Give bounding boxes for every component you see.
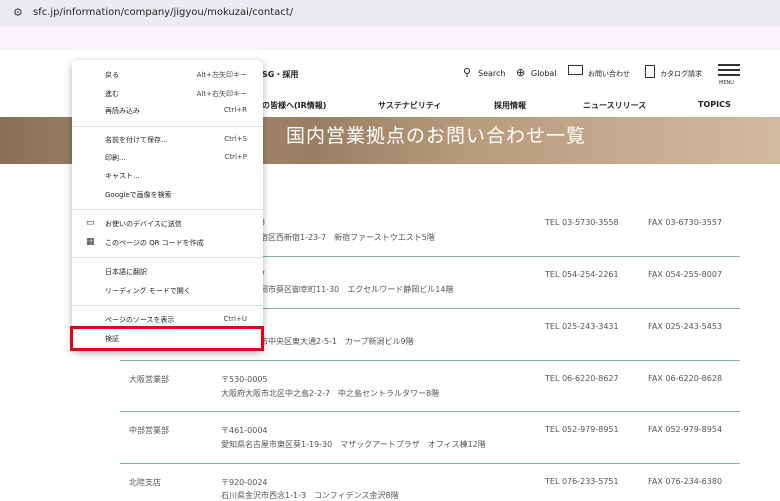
menu-separator: [72, 305, 263, 306]
menu-item-reload[interactable]: 再読み込み Ctrl+R: [72, 102, 263, 121]
row-divider: [120, 411, 740, 412]
menu-item-label: お使いのデバイスに送信: [105, 220, 182, 228]
menu-item-shortcut: Ctrl+P: [224, 153, 247, 161]
menu-item-send-to-device[interactable]: ▭ お使いのデバイスに送信: [72, 215, 263, 234]
office-tel[interactable]: TEL 052-979-8951: [545, 425, 619, 434]
menu-label: MENU: [719, 80, 734, 86]
office-tel[interactable]: TEL 076-233-5751: [545, 477, 619, 486]
menu-item-reading-mode[interactable]: リーディング モードで開く: [72, 282, 263, 301]
menu-item-label: 戻る: [105, 71, 119, 79]
highlight-box: [70, 326, 264, 351]
address-bar[interactable]: ⚙ sfc.jp/information/company/jigyou/moku…: [0, 0, 780, 26]
office-tel[interactable]: TEL 054-254-2261: [545, 270, 619, 279]
page-title: 国内営業拠点のお問い合わせ一覧: [286, 125, 587, 147]
row-divider: [120, 360, 740, 361]
office-fax: FAX 06-6220-8628: [648, 374, 723, 383]
office-zip: 〒530-0005: [221, 375, 268, 384]
row-divider: [120, 463, 740, 464]
menu-separator: [72, 257, 263, 258]
menu-item-shortcut: Ctrl+R: [223, 106, 247, 114]
global-link[interactable]: Global: [531, 69, 557, 78]
office-address: 岡市葵区御幸町11-30 エクセルワード静岡ビル14階: [260, 285, 454, 294]
nav-recruit[interactable]: 採用情報: [494, 100, 526, 111]
office-fax: FAX 076-234-6380: [648, 477, 723, 486]
menu-item-shortcut: Ctrl+U: [223, 315, 247, 323]
menu-item-label: リーディング モードで開く: [105, 287, 191, 295]
office-address: 愛知県名古屋市東区葵1-19-30 マザックアートプラザ オフィス棟12階: [221, 440, 486, 449]
menu-item-label: 印刷...: [105, 154, 126, 162]
catalog-link[interactable]: カタログ請求: [660, 69, 702, 79]
catalog-icon[interactable]: [645, 65, 655, 78]
office-tel[interactable]: TEL 06-6220-8627: [545, 374, 619, 383]
nav-sustainability[interactable]: サステナビリティ: [378, 100, 441, 111]
office-zip: 〒461-0004: [221, 426, 268, 435]
office-fax: FAX 03-6730-3557: [648, 218, 723, 227]
menu-item-label: 再読み込み: [105, 107, 140, 115]
office-tel[interactable]: TEL 025-243-3431: [545, 322, 619, 331]
hamburger-menu-icon[interactable]: [718, 62, 740, 80]
site-info-icon[interactable]: ⚙: [13, 6, 27, 20]
mail-icon[interactable]: [568, 65, 583, 75]
menu-item-back[interactable]: 戻る Alt+左矢印キー: [72, 66, 263, 85]
search-link[interactable]: Search: [478, 69, 505, 78]
menu-item-print[interactable]: 印刷... Ctrl+P: [72, 149, 263, 168]
menu-item-google-image-search[interactable]: Googleで画像を検索: [72, 186, 263, 205]
menu-item-label: キャスト...: [105, 172, 140, 180]
menu-separator: [72, 126, 263, 127]
qr-code-icon: ▦: [86, 237, 95, 247]
office-address: 石川県金沢市西念1-1-3 コンフィデンス金沢8階: [221, 491, 399, 500]
office-tel[interactable]: TEL 03-5730-3558: [545, 218, 619, 227]
office-address: 市中央区東大通2-5-1 カープ新潟ビル9階: [260, 337, 414, 346]
menu-item-label: このページの QR コードを作成: [105, 239, 204, 247]
contact-link[interactable]: お問い合わせ: [588, 69, 630, 79]
nav-news[interactable]: ニュースリリース: [583, 100, 646, 111]
context-menu: 戻る Alt+左矢印キー 進む Alt+右矢印キー 再読み込み Ctrl+R 名…: [72, 60, 263, 351]
office-name: 中部営業部: [129, 426, 169, 435]
office-name: 北陸支店: [129, 478, 161, 487]
menu-item-label: 名前を付けて保存...: [105, 136, 168, 144]
header-recruit-link[interactable]: SG・採用: [262, 69, 298, 80]
url-text[interactable]: sfc.jp/information/company/jigyou/mokuza…: [33, 6, 293, 20]
office-fax: FAX 054-255-8007: [648, 270, 723, 279]
menu-item-label: 進む: [105, 90, 119, 98]
office-zip: 〒920-0024: [221, 478, 268, 487]
menu-item-label: Googleで画像を検索: [105, 191, 172, 199]
bookmarks-bar: [0, 26, 780, 50]
menu-item-shortcut: Ctrl+S: [224, 135, 247, 143]
menu-item-qr-code[interactable]: ▦ このページの QR コードを作成: [72, 234, 263, 253]
device-icon: ▭: [86, 218, 95, 228]
office-address: 大阪府大阪市北区中之島2-2-7 中之島セントラルタワー8階: [221, 389, 440, 398]
search-icon[interactable]: ⚲: [463, 66, 471, 79]
office-fax: FAX 052-979-8954: [648, 425, 723, 434]
office-name: 大阪営業部: [129, 375, 169, 384]
menu-item-cast[interactable]: キャスト...: [72, 167, 263, 186]
office-fax: FAX 025-243-5453: [648, 322, 723, 331]
menu-item-label: ページのソースを表示: [105, 316, 175, 324]
menu-item-translate[interactable]: 日本語に翻訳: [72, 263, 263, 282]
menu-separator: [72, 209, 263, 210]
menu-item-label: 日本語に翻訳: [105, 268, 147, 276]
menu-item-shortcut: Alt+右矢印キー: [196, 90, 247, 98]
nav-topics[interactable]: TOPICS: [698, 100, 731, 109]
menu-item-save-as[interactable]: 名前を付けて保存... Ctrl+S: [72, 131, 263, 150]
office-address: 宿区西新宿1-23-7 新宿ファーストウエスト5階: [260, 233, 435, 242]
menu-item-shortcut: Alt+左矢印キー: [196, 71, 247, 79]
globe-icon[interactable]: ⊕: [516, 66, 525, 79]
nav-ir[interactable]: の皆様へ(IR情報): [262, 100, 326, 111]
